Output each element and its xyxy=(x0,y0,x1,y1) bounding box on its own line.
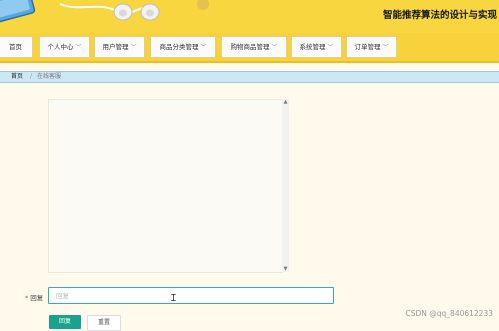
nav-item-category-management[interactable]: 商品分类管理 ﹀ xyxy=(150,36,216,58)
scroll-up-arrow-icon[interactable]: ▲ xyxy=(282,99,289,105)
scroll-down-arrow-icon[interactable]: ▼ xyxy=(282,266,289,272)
chevron-down-icon: ﹀ xyxy=(75,44,82,51)
nav-item-system-management[interactable]: 系统管理 ﹀ xyxy=(291,36,342,58)
chat-message-area[interactable] xyxy=(48,99,283,273)
banner-illustration xyxy=(0,0,240,33)
nav-item-product-management[interactable]: 购物商品管理 ﹀ xyxy=(221,36,287,58)
watermark: CSDN @qq_840612233 xyxy=(405,309,493,318)
nav-item-label: 系统管理 xyxy=(299,43,326,51)
chevron-down-icon: ﹀ xyxy=(130,44,137,51)
reply-label-text: 回复 xyxy=(30,294,44,302)
chevron-down-icon: ﹀ xyxy=(382,44,389,51)
nav-item-label: 首页 xyxy=(9,43,22,51)
text-cursor-icon: Ｉ xyxy=(169,294,179,304)
breadcrumb-home[interactable]: 首页 xyxy=(11,72,23,82)
reply-label: * 回复 xyxy=(25,292,43,302)
site-banner: 智能推荐算法的设计与实现 xyxy=(0,0,499,33)
chevron-down-icon: ﹀ xyxy=(327,44,334,51)
nav-item-home[interactable]: 首页 xyxy=(0,36,33,58)
nav-item-label: 订单管理 xyxy=(354,43,381,51)
breadcrumb: 首页 / 在线客服 xyxy=(0,71,499,83)
chevron-down-icon: ﹀ xyxy=(271,44,278,51)
nav-item-label: 用户管理 xyxy=(102,43,129,51)
breadcrumb-separator: / xyxy=(30,73,33,80)
site-title: 智能推荐算法的设计与实现 xyxy=(382,10,497,21)
chevron-down-icon: ﹀ xyxy=(200,44,207,51)
breadcrumb-current: 在线客服 xyxy=(37,73,62,80)
nav-item-personal-center[interactable]: 个人中心 ﹀ xyxy=(39,36,90,58)
required-mark: * xyxy=(25,294,29,302)
reset-button[interactable]: 重置 xyxy=(87,315,121,331)
nav-item-user-management[interactable]: 用户管理 ﹀ xyxy=(94,36,145,58)
nav-item-label: 商品分类管理 xyxy=(159,43,199,51)
top-nav: 首页 个人中心 ﹀ 用户管理 ﹀ 商品分类管理 ﹀ 购物商品管理 ﹀ 系统管理 ﹀ 订单管… xyxy=(0,33,499,63)
chat-scrollbar[interactable]: ▲ ▼ xyxy=(282,99,289,272)
reply-input[interactable] xyxy=(48,287,334,304)
nav-item-order-management[interactable]: 订单管理 ﹀ xyxy=(346,36,397,58)
nav-item-label: 购物商品管理 xyxy=(230,43,270,51)
nav-item-label: 个人中心 xyxy=(47,43,74,51)
reply-button[interactable]: 回复 xyxy=(49,315,81,329)
